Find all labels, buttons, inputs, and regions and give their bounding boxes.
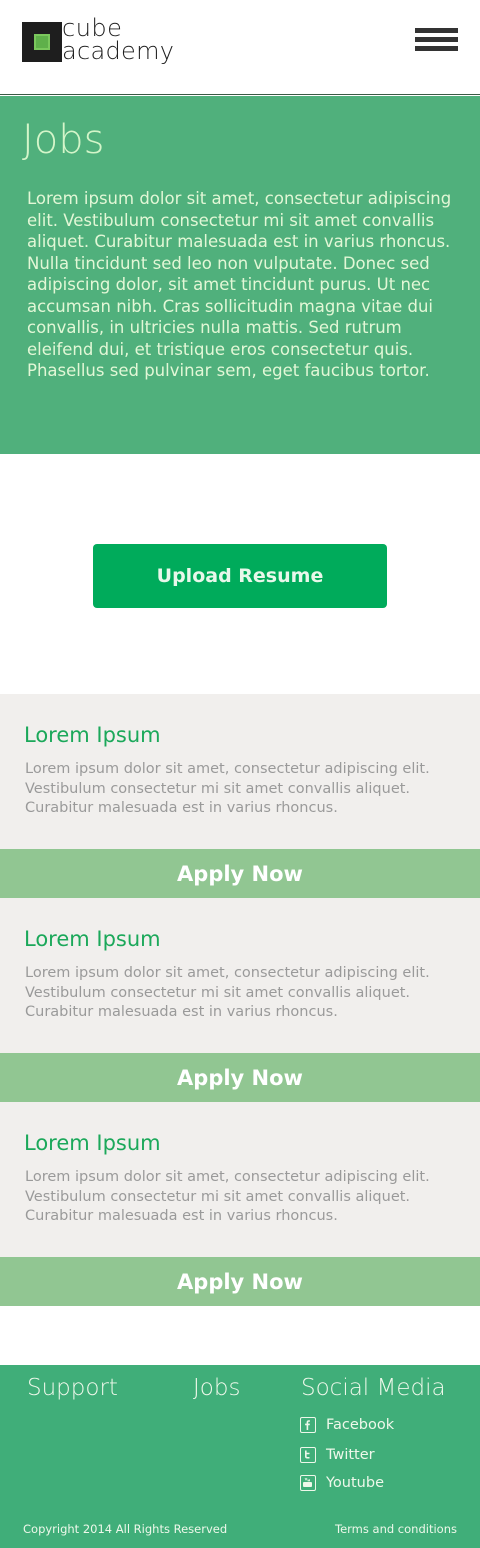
cube-academy-logo[interactable]: cube academy [22, 16, 192, 68]
footer-link-facebook[interactable]: Facebook [300, 1417, 394, 1433]
site-header: cube academy [0, 0, 480, 95]
job-title: Lorem Ipsum [24, 1131, 161, 1155]
footer-link-twitter[interactable]: Twitter [300, 1447, 375, 1463]
youtube-icon [300, 1475, 316, 1491]
footer-link-youtube[interactable]: Youtube [300, 1475, 384, 1491]
hamburger-menu-icon[interactable] [415, 28, 458, 54]
job-description: Lorem ipsum dolor sit amet, consectetur … [25, 965, 430, 1020]
site-footer: Support Jobs Social Media Facebook Twitt… [0, 1365, 480, 1548]
apply-now-button[interactable]: Apply Now [0, 1257, 480, 1306]
facebook-icon [300, 1417, 316, 1433]
job-description: Lorem ipsum dolor sit amet, consectetur … [25, 761, 430, 816]
social-label: Facebook [326, 1417, 395, 1433]
footer-link-support[interactable]: Support [27, 1375, 118, 1401]
job-list: Lorem Ipsum Lorem ipsum dolor sit amet, … [0, 694, 480, 1306]
hero-description: Lorem ipsum dolor sit amet, consectetur … [27, 189, 452, 380]
cube-logo-icon [22, 22, 62, 62]
footer-heading-social-media: Social Media [301, 1375, 446, 1401]
job-title: Lorem Ipsum [24, 927, 161, 951]
copyright-text: Copyright 2014 All Rights Reserved [23, 1522, 228, 1536]
jobs-hero: Jobs Lorem ipsum dolor sit amet, consect… [0, 96, 480, 454]
apply-now-button[interactable]: Apply Now [0, 1053, 480, 1102]
upload-resume-button[interactable]: Upload Resume [93, 544, 387, 608]
logo-text-academy: academy [62, 37, 175, 65]
job-card: Lorem Ipsum Lorem ipsum dolor sit amet, … [0, 898, 480, 1053]
job-description: Lorem ipsum dolor sit amet, consectetur … [25, 1169, 430, 1224]
job-title: Lorem Ipsum [24, 723, 161, 747]
page-title: Jobs [22, 117, 105, 163]
job-card: Lorem Ipsum Lorem ipsum dolor sit amet, … [0, 1102, 480, 1257]
footer-link-jobs[interactable]: Jobs [193, 1375, 240, 1401]
social-label: Youtube [326, 1475, 384, 1491]
job-card: Lorem Ipsum Lorem ipsum dolor sit amet, … [0, 694, 480, 849]
social-label: Twitter [326, 1447, 375, 1463]
twitter-icon [300, 1447, 316, 1463]
terms-link[interactable]: Terms and conditions [335, 1522, 457, 1536]
apply-now-button[interactable]: Apply Now [0, 849, 480, 898]
